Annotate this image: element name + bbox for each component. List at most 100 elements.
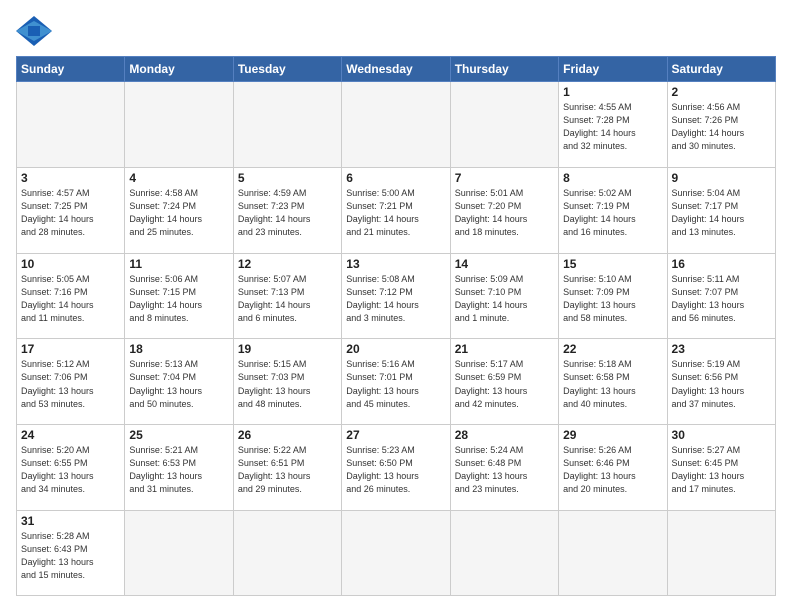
calendar-cell: 22Sunrise: 5:18 AM Sunset: 6:58 PM Dayli… bbox=[559, 339, 667, 425]
calendar-cell: 12Sunrise: 5:07 AM Sunset: 7:13 PM Dayli… bbox=[233, 253, 341, 339]
day-number: 11 bbox=[129, 257, 228, 271]
day-number: 14 bbox=[455, 257, 554, 271]
day-info: Sunrise: 5:09 AM Sunset: 7:10 PM Dayligh… bbox=[455, 273, 554, 325]
day-info: Sunrise: 5:26 AM Sunset: 6:46 PM Dayligh… bbox=[563, 444, 662, 496]
day-info: Sunrise: 5:22 AM Sunset: 6:51 PM Dayligh… bbox=[238, 444, 337, 496]
logo bbox=[16, 16, 56, 46]
calendar-cell bbox=[233, 511, 341, 596]
day-info: Sunrise: 5:28 AM Sunset: 6:43 PM Dayligh… bbox=[21, 530, 120, 582]
day-number: 7 bbox=[455, 171, 554, 185]
day-number: 1 bbox=[563, 85, 662, 99]
day-number: 9 bbox=[672, 171, 771, 185]
day-info: Sunrise: 5:15 AM Sunset: 7:03 PM Dayligh… bbox=[238, 358, 337, 410]
calendar-body: 1 Sunrise: 4:55 AM Sunset: 7:28 PM Daylig… bbox=[17, 82, 776, 596]
day-number: 3 bbox=[21, 171, 120, 185]
calendar-week-3: 17Sunrise: 5:12 AM Sunset: 7:06 PM Dayli… bbox=[17, 339, 776, 425]
calendar-cell: 3Sunrise: 4:57 AM Sunset: 7:25 PM Daylig… bbox=[17, 167, 125, 253]
day-number: 17 bbox=[21, 342, 120, 356]
day-number: 15 bbox=[563, 257, 662, 271]
calendar-cell: 25 Sunrise: 5:21 AM Sunset: 6:53 PM Dayli… bbox=[125, 425, 233, 511]
calendar-cell: 1 Sunrise: 4:55 AM Sunset: 7:28 PM Daylig… bbox=[559, 82, 667, 168]
day-number: 18 bbox=[129, 342, 228, 356]
day-info: Sunrise: 5:13 AM Sunset: 7:04 PM Dayligh… bbox=[129, 358, 228, 410]
calendar-week-2: 10Sunrise: 5:05 AM Sunset: 7:16 PM Dayli… bbox=[17, 253, 776, 339]
calendar-cell: 5 Sunrise: 4:59 AM Sunset: 7:23 PM Daylig… bbox=[233, 167, 341, 253]
calendar-week-0: 1 Sunrise: 4:55 AM Sunset: 7:28 PM Daylig… bbox=[17, 82, 776, 168]
day-info: Sunrise: 5:00 AM Sunset: 7:21 PM Dayligh… bbox=[346, 187, 445, 239]
calendar-cell: 13Sunrise: 5:08 AM Sunset: 7:12 PM Dayli… bbox=[342, 253, 450, 339]
day-number: 4 bbox=[129, 171, 228, 185]
day-info: Sunrise: 5:19 AM Sunset: 6:56 PM Dayligh… bbox=[672, 358, 771, 410]
calendar-cell: 30Sunrise: 5:27 AM Sunset: 6:45 PM Dayli… bbox=[667, 425, 775, 511]
calendar-cell: 4 Sunrise: 4:58 AM Sunset: 7:24 PM Daylig… bbox=[125, 167, 233, 253]
calendar-week-5: 31Sunrise: 5:28 AM Sunset: 6:43 PM Dayli… bbox=[17, 511, 776, 596]
calendar-cell bbox=[342, 511, 450, 596]
calendar-cell bbox=[342, 82, 450, 168]
calendar-cell bbox=[17, 82, 125, 168]
day-info: Sunrise: 5:21 AM Sunset: 6:53 PM Dayligh… bbox=[129, 444, 228, 496]
calendar-cell: 18 Sunrise: 5:13 AM Sunset: 7:04 PM Dayli… bbox=[125, 339, 233, 425]
day-number: 6 bbox=[346, 171, 445, 185]
calendar-cell: 31Sunrise: 5:28 AM Sunset: 6:43 PM Dayli… bbox=[17, 511, 125, 596]
day-info: Sunrise: 4:58 AM Sunset: 7:24 PM Dayligh… bbox=[129, 187, 228, 239]
day-info: Sunrise: 5:20 AM Sunset: 6:55 PM Dayligh… bbox=[21, 444, 120, 496]
day-number: 28 bbox=[455, 428, 554, 442]
calendar-cell: 11 Sunrise: 5:06 AM Sunset: 7:15 PM Dayli… bbox=[125, 253, 233, 339]
day-info: Sunrise: 5:04 AM Sunset: 7:17 PM Dayligh… bbox=[672, 187, 771, 239]
day-info: Sunrise: 5:01 AM Sunset: 7:20 PM Dayligh… bbox=[455, 187, 554, 239]
calendar-cell: 6 Sunrise: 5:00 AM Sunset: 7:21 PM Daylig… bbox=[342, 167, 450, 253]
calendar-cell: 10Sunrise: 5:05 AM Sunset: 7:16 PM Dayli… bbox=[17, 253, 125, 339]
calendar-cell: 2Sunrise: 4:56 AM Sunset: 7:26 PM Daylig… bbox=[667, 82, 775, 168]
calendar-week-4: 24 Sunrise: 5:20 AM Sunset: 6:55 PM Dayli… bbox=[17, 425, 776, 511]
day-info: Sunrise: 5:23 AM Sunset: 6:50 PM Dayligh… bbox=[346, 444, 445, 496]
calendar-header: SundayMondayTuesdayWednesdayThursdayFrid… bbox=[17, 57, 776, 82]
calendar-cell bbox=[125, 511, 233, 596]
calendar-cell: 8Sunrise: 5:02 AM Sunset: 7:19 PM Daylig… bbox=[559, 167, 667, 253]
weekday-row: SundayMondayTuesdayWednesdayThursdayFrid… bbox=[17, 57, 776, 82]
day-info: Sunrise: 4:55 AM Sunset: 7:28 PM Dayligh… bbox=[563, 101, 662, 153]
calendar-cell: 26Sunrise: 5:22 AM Sunset: 6:51 PM Dayli… bbox=[233, 425, 341, 511]
day-info: Sunrise: 4:59 AM Sunset: 7:23 PM Dayligh… bbox=[238, 187, 337, 239]
day-number: 13 bbox=[346, 257, 445, 271]
day-number: 23 bbox=[672, 342, 771, 356]
calendar-cell: 17Sunrise: 5:12 AM Sunset: 7:06 PM Dayli… bbox=[17, 339, 125, 425]
day-number: 21 bbox=[455, 342, 554, 356]
weekday-header-thursday: Thursday bbox=[450, 57, 558, 82]
day-number: 27 bbox=[346, 428, 445, 442]
calendar-cell: 14 Sunrise: 5:09 AM Sunset: 7:10 PM Dayli… bbox=[450, 253, 558, 339]
day-info: Sunrise: 5:10 AM Sunset: 7:09 PM Dayligh… bbox=[563, 273, 662, 325]
day-number: 5 bbox=[238, 171, 337, 185]
day-info: Sunrise: 5:24 AM Sunset: 6:48 PM Dayligh… bbox=[455, 444, 554, 496]
calendar-cell: 27 Sunrise: 5:23 AM Sunset: 6:50 PM Dayli… bbox=[342, 425, 450, 511]
calendar-cell: 19Sunrise: 5:15 AM Sunset: 7:03 PM Dayli… bbox=[233, 339, 341, 425]
weekday-header-friday: Friday bbox=[559, 57, 667, 82]
calendar-cell: 21 Sunrise: 5:17 AM Sunset: 6:59 PM Dayli… bbox=[450, 339, 558, 425]
calendar-cell bbox=[125, 82, 233, 168]
day-number: 22 bbox=[563, 342, 662, 356]
calendar-cell: 24 Sunrise: 5:20 AM Sunset: 6:55 PM Dayli… bbox=[17, 425, 125, 511]
day-number: 25 bbox=[129, 428, 228, 442]
day-info: Sunrise: 5:17 AM Sunset: 6:59 PM Dayligh… bbox=[455, 358, 554, 410]
calendar-week-1: 3Sunrise: 4:57 AM Sunset: 7:25 PM Daylig… bbox=[17, 167, 776, 253]
day-info: Sunrise: 5:05 AM Sunset: 7:16 PM Dayligh… bbox=[21, 273, 120, 325]
weekday-header-wednesday: Wednesday bbox=[342, 57, 450, 82]
logo-icon bbox=[16, 16, 52, 46]
calendar-cell bbox=[450, 511, 558, 596]
calendar-cell bbox=[559, 511, 667, 596]
weekday-header-monday: Monday bbox=[125, 57, 233, 82]
day-info: Sunrise: 5:02 AM Sunset: 7:19 PM Dayligh… bbox=[563, 187, 662, 239]
calendar-cell bbox=[450, 82, 558, 168]
calendar-cell: 20Sunrise: 5:16 AM Sunset: 7:01 PM Dayli… bbox=[342, 339, 450, 425]
weekday-header-tuesday: Tuesday bbox=[233, 57, 341, 82]
day-info: Sunrise: 4:56 AM Sunset: 7:26 PM Dayligh… bbox=[672, 101, 771, 153]
weekday-header-sunday: Sunday bbox=[17, 57, 125, 82]
day-number: 12 bbox=[238, 257, 337, 271]
calendar-cell: 9 Sunrise: 5:04 AM Sunset: 7:17 PM Daylig… bbox=[667, 167, 775, 253]
calendar-cell: 29Sunrise: 5:26 AM Sunset: 6:46 PM Dayli… bbox=[559, 425, 667, 511]
day-info: Sunrise: 5:11 AM Sunset: 7:07 PM Dayligh… bbox=[672, 273, 771, 325]
day-number: 24 bbox=[21, 428, 120, 442]
day-info: Sunrise: 5:06 AM Sunset: 7:15 PM Dayligh… bbox=[129, 273, 228, 325]
calendar-cell bbox=[667, 511, 775, 596]
calendar-cell bbox=[233, 82, 341, 168]
calendar-cell: 16Sunrise: 5:11 AM Sunset: 7:07 PM Dayli… bbox=[667, 253, 775, 339]
